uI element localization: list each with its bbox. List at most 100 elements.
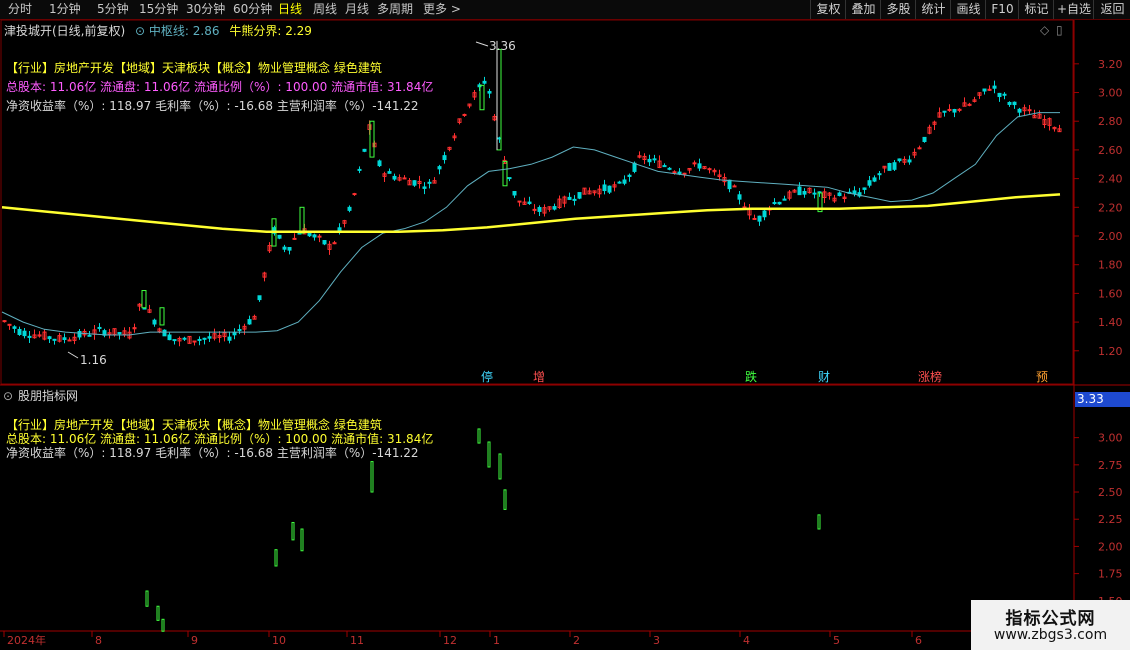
candle-body	[737, 194, 742, 200]
candle-body	[507, 177, 512, 180]
indicator-bar	[817, 514, 821, 530]
low-marker	[67, 351, 79, 359]
indicator-info-line3: 净资收益率（%）: 118.97 毛利率（%）: -16.68 主营利润率（%）…	[6, 446, 419, 460]
candle-body	[167, 334, 172, 341]
candle-body	[1012, 101, 1017, 106]
signal-candle	[496, 48, 502, 151]
candle-body	[317, 235, 322, 238]
candle-body	[487, 91, 492, 94]
event-tag-increase[interactable]: 增	[533, 370, 545, 384]
date-tick-label: 8	[95, 634, 102, 647]
candle-body	[17, 328, 22, 335]
main-chart-header: 津投城开(日线,前复权) ⊙ 中枢线: 2.86 牛熊分界: 2.29	[4, 22, 312, 39]
price-tick-label: 2.40	[1098, 173, 1123, 186]
niuxiong-value: 2.29	[285, 24, 312, 38]
price-tick-label: 1.40	[1098, 316, 1123, 329]
date-tick-label: 1	[493, 634, 500, 647]
date-tick-label: 6	[915, 634, 922, 647]
price-tick-label: 2.20	[1098, 201, 1123, 214]
candle-body	[852, 190, 857, 195]
panel-menu-icon[interactable]: ▯	[1056, 23, 1063, 37]
indicator-bar	[156, 605, 160, 621]
candle-body	[512, 190, 517, 196]
price-tick-label: 2.60	[1098, 144, 1123, 157]
date-tick-label: 12	[443, 634, 457, 647]
candle-body	[837, 192, 842, 197]
event-tag-fall[interactable]: 跌	[745, 370, 757, 384]
candle-body	[917, 147, 922, 150]
candle-body	[27, 335, 32, 338]
indicator-price-axis: 1.501.752.002.252.502.753.00	[1074, 432, 1123, 608]
indicator-bar	[145, 590, 149, 607]
candle-body	[207, 336, 212, 339]
diamond-icon[interactable]: ◇	[1040, 23, 1049, 37]
indicator-title: 股朋指标网	[18, 389, 79, 403]
price-tick-label: 2.00	[1098, 230, 1123, 243]
main-info-line2: 总股本: 11.06亿 流通盘: 11.06亿 流通比例（%）: 100.00 …	[6, 80, 434, 94]
main-price-axis: 1.20 1.40 1.60 1.80 2.00 2.20 2.40 2.60 2.80 3.00…	[1074, 58, 1123, 358]
watermark-title: 指标公式网	[1005, 609, 1096, 629]
candle-body	[572, 198, 577, 201]
candle-body	[362, 148, 367, 152]
signal-candle	[502, 160, 508, 187]
stock-chart-window: 分时 1分钟 5分钟 15分钟 30分钟 60分钟 日线 周线 月线 多周期 更…	[0, 0, 1130, 650]
indicator-tick-label: 2.50	[1098, 486, 1123, 499]
candle-body	[942, 110, 947, 113]
candle-body	[622, 179, 627, 184]
event-tag-finance[interactable]: 财	[818, 370, 830, 384]
price-tick-label: 1.80	[1098, 259, 1123, 272]
candle-body	[12, 326, 17, 329]
candle-body	[652, 158, 657, 161]
candle-body	[887, 163, 892, 171]
event-tag-forecast[interactable]: 预	[1036, 370, 1048, 384]
candle-body	[152, 319, 157, 325]
indicator-info-line1: 【行业】房地产开发【地域】天津板块【概念】物业管理概念 绿色建筑	[6, 418, 382, 432]
candle-body	[377, 160, 382, 167]
indicator-bar	[300, 528, 304, 552]
candle-body	[997, 92, 1002, 98]
candle-body	[202, 337, 207, 340]
price-tick-label: 1.60	[1098, 287, 1123, 300]
candle-body	[282, 246, 287, 250]
candle-body	[812, 192, 817, 195]
candle-body	[697, 163, 702, 169]
candle-body	[392, 175, 397, 180]
candle-body	[892, 162, 897, 170]
candle-body	[532, 208, 537, 211]
event-tag-rise-list[interactable]: 涨榜	[918, 370, 942, 384]
date-tick-label: 11	[350, 634, 364, 647]
zhongshu-label: 中枢线:	[148, 24, 189, 38]
chart-canvas: 1.20 1.40 1.60 1.80 2.00 2.20 2.40 2.60 2.80 3.00…	[0, 19, 1130, 650]
date-tick-label: 3	[653, 634, 660, 647]
candle-body	[552, 206, 557, 210]
candle-body	[517, 200, 522, 203]
candle-body	[357, 168, 362, 171]
candle-body	[442, 155, 447, 161]
candle-body	[1007, 101, 1012, 105]
indicator-tick-label: 2.75	[1098, 459, 1123, 472]
candle-body	[797, 186, 802, 196]
price-tick-label: 1.20	[1098, 345, 1123, 358]
indicator-menu-icon[interactable]: ⊙	[3, 389, 13, 403]
candle-body	[862, 187, 867, 190]
candle-body	[537, 207, 542, 212]
candle-body	[692, 162, 697, 165]
candle-body	[182, 337, 187, 340]
candle-body	[872, 177, 877, 182]
candle-body	[782, 198, 787, 201]
date-tick-label: 9	[191, 634, 198, 647]
candle-body	[292, 237, 297, 240]
candle-body	[577, 192, 582, 199]
indicator-tick-label: 1.75	[1098, 568, 1123, 581]
candle-body	[1017, 108, 1022, 113]
date-tick-label: 5	[833, 634, 840, 647]
niuxiong-line	[1, 193, 1061, 233]
candle-body	[47, 336, 52, 340]
candle-body	[117, 332, 122, 335]
indicator-bar	[161, 618, 165, 632]
candle-body	[422, 186, 427, 189]
event-tag-suspend[interactable]: 停	[481, 370, 493, 384]
candle-body	[682, 172, 687, 175]
indicator-bar	[498, 453, 502, 480]
candle-body	[462, 113, 467, 116]
